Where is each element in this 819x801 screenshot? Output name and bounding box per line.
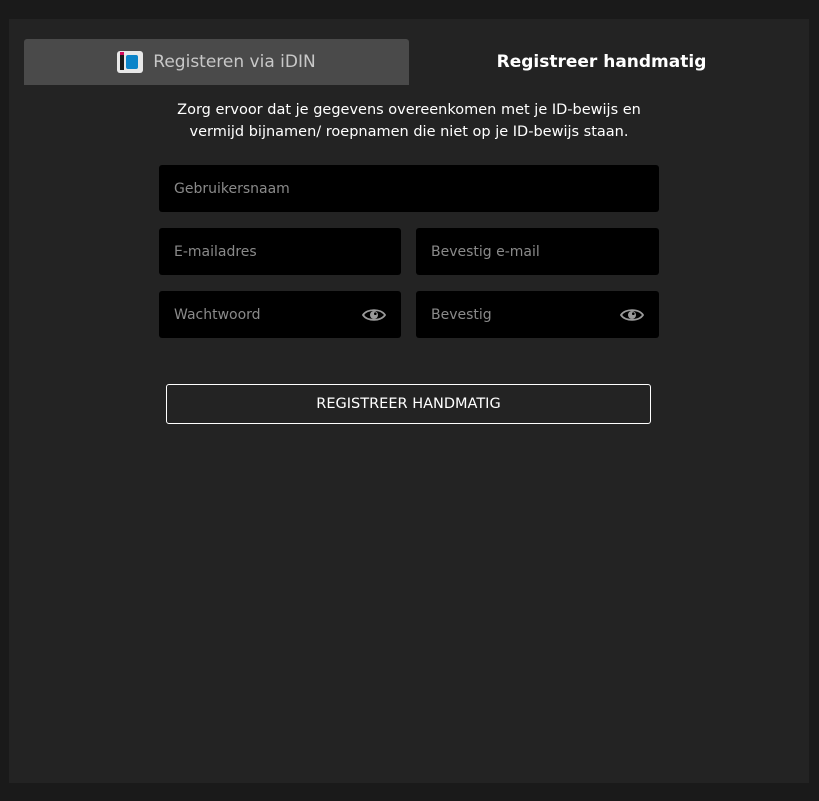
username-input[interactable] xyxy=(174,180,644,197)
tab-register-idin[interactable]: Registeren via iDIN xyxy=(24,39,409,85)
email-input[interactable] xyxy=(174,243,386,260)
tab-register-idin-label: Registeren via iDIN xyxy=(153,52,316,72)
intro-line-1: Zorg ervoor dat je gegevens overeenkomen… xyxy=(177,102,641,118)
eye-icon[interactable] xyxy=(620,307,644,323)
idin-logo-icon xyxy=(117,51,144,73)
confirm-password-input[interactable] xyxy=(431,306,612,323)
confirm-password-field[interactable] xyxy=(416,291,659,338)
intro-text: Zorg ervoor dat je gegevens overeenkomen… xyxy=(149,99,669,143)
intro-line-2: vermijd bijnamen/ roepnamen die niet op … xyxy=(189,124,629,140)
username-field[interactable] xyxy=(159,165,659,212)
confirm-email-input[interactable] xyxy=(431,243,644,260)
eye-icon[interactable] xyxy=(362,307,386,323)
registration-panel: Registeren via iDIN Registreer handmatig… xyxy=(9,19,809,783)
register-manual-button[interactable]: REGISTREER HANDMATIG xyxy=(166,384,651,424)
tab-register-manual-label: Registreer handmatig xyxy=(496,52,707,72)
password-field[interactable] xyxy=(159,291,401,338)
password-input[interactable] xyxy=(174,306,354,323)
confirm-email-field[interactable] xyxy=(416,228,659,275)
email-field[interactable] xyxy=(159,228,401,275)
tab-register-manual[interactable]: Registreer handmatig xyxy=(409,39,794,85)
